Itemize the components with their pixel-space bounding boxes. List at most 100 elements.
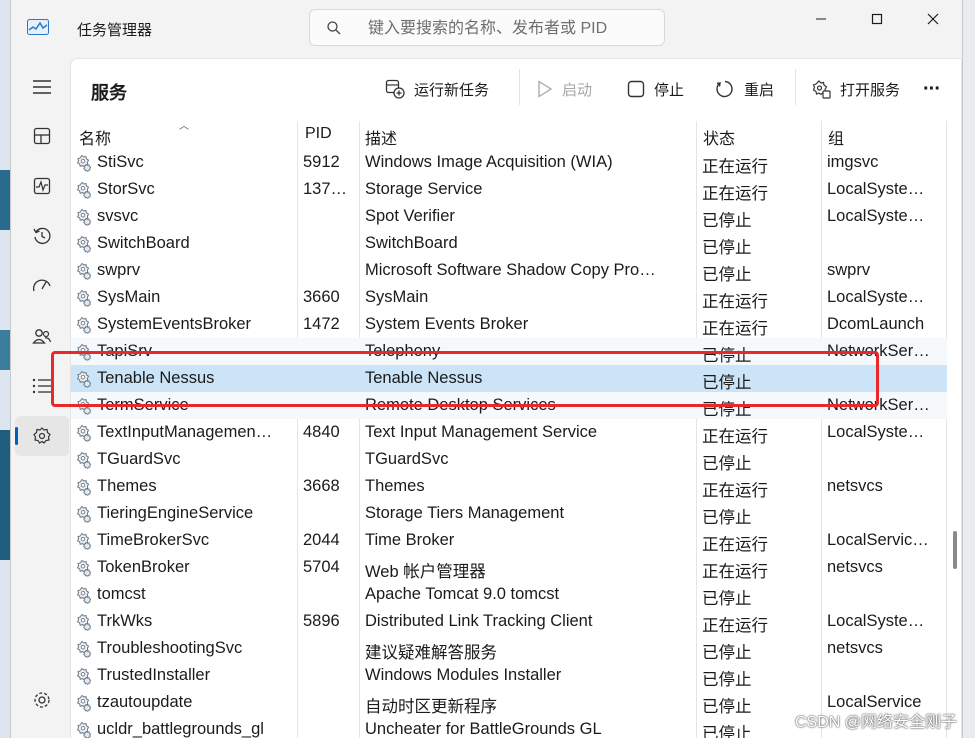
service-description-cell: SwitchBoard xyxy=(365,234,458,252)
service-status-cell: 正在运行 xyxy=(702,158,768,176)
service-gear-icon xyxy=(75,694,93,712)
vertical-scrollbar[interactable] xyxy=(953,531,957,569)
service-group-cell: netsvcs xyxy=(827,639,883,657)
table-row[interactable]: StorSvc 137… Storage Service 正在运行 LocalSyste… xyxy=(71,176,947,203)
table-row[interactable]: Tenable Nessus Tenable Nessus 已停止 xyxy=(71,365,947,392)
service-name-cell: SysMain xyxy=(97,288,161,306)
service-gear-icon xyxy=(75,343,93,361)
restart-icon xyxy=(716,80,733,98)
column-header-pid[interactable]: PID xyxy=(305,125,332,151)
service-description-cell: Windows Image Acquisition (WIA) xyxy=(365,153,613,171)
service-gear-icon xyxy=(75,235,93,253)
service-pid-cell: 5896 xyxy=(303,612,340,630)
table-row[interactable]: tomcst Apache Tomcat 9.0 tomcst 已停止 xyxy=(71,581,947,608)
service-status-cell: 已停止 xyxy=(702,509,752,527)
window-title: 任务管理器 xyxy=(77,22,153,39)
play-icon xyxy=(538,80,553,98)
table-row[interactable]: TimeBrokerSvc 2044 Time Broker 正在运行 LocalSer… xyxy=(71,527,947,554)
minimize-button[interactable] xyxy=(793,0,849,38)
more-options-button[interactable]: ··· xyxy=(923,77,941,101)
search-input[interactable] xyxy=(366,17,660,41)
table-row[interactable]: TrustedInstaller Windows Modules Installe… xyxy=(71,662,947,689)
nav-performance[interactable] xyxy=(15,166,69,206)
table-row[interactable]: TGuardSvc TGuardSvc 已停止 xyxy=(71,446,947,473)
service-description-cell: Distributed Link Tracking Client xyxy=(365,612,593,630)
table-row[interactable]: svsvc Spot Verifier 已停止 LocalSyste… xyxy=(71,203,947,230)
nav-menu-button[interactable] xyxy=(15,67,69,107)
column-header-group[interactable]: 组 xyxy=(828,125,844,151)
search-box[interactable] xyxy=(309,9,665,46)
service-gear-icon xyxy=(75,424,93,442)
nav-settings[interactable] xyxy=(15,680,69,720)
service-pid-cell: 137… xyxy=(303,180,348,198)
service-name-cell: TapiSrv xyxy=(97,342,153,360)
nav-processes[interactable] xyxy=(15,116,69,156)
service-group-cell: LocalSyste… xyxy=(827,423,925,441)
service-description-cell: Storage Tiers Management xyxy=(365,504,565,522)
service-gear-icon xyxy=(75,289,93,307)
service-description-cell: Microsoft Software Shadow Copy Pro… xyxy=(365,261,656,279)
service-pid-cell: 1472 xyxy=(303,315,340,333)
service-group-cell: LocalSyste… xyxy=(827,288,925,306)
run-new-task-button[interactable]: 运行新任务 xyxy=(385,77,489,101)
users-icon xyxy=(32,329,52,344)
service-gear-icon xyxy=(75,154,93,172)
nav-startup-apps[interactable] xyxy=(15,266,69,306)
open-services-button[interactable]: 打开服务 xyxy=(811,77,900,101)
service-description-cell: Telephony xyxy=(365,342,441,360)
maximize-button[interactable] xyxy=(849,0,905,38)
service-group-cell: netsvcs xyxy=(827,477,883,495)
table-row[interactable]: SystemEventsBroker 1472 System Events Brok… xyxy=(71,311,947,338)
service-pid-cell: 5704 xyxy=(303,558,340,576)
table-row[interactable]: StiSvc 5912 Windows Image Acquisition (WIA… xyxy=(71,149,947,176)
service-name-cell: Tenable Nessus xyxy=(97,369,215,387)
table-row[interactable]: SwitchBoard SwitchBoard 已停止 xyxy=(71,230,947,257)
table-row[interactable]: Themes 3668 Themes 正在运行 netsvcs xyxy=(71,473,947,500)
service-status-cell: 正在运行 xyxy=(702,320,768,338)
stop-button[interactable]: 停止 xyxy=(627,77,684,101)
restart-button[interactable]: 重启 xyxy=(715,77,774,101)
service-description-cell: Spot Verifier xyxy=(365,207,455,225)
table-row[interactable]: TapiSrv Telephony 已停止 NetworkSer… xyxy=(71,338,947,365)
service-gear-icon xyxy=(75,559,93,577)
table-row[interactable]: TroubleshootingSvc 建议疑难解答服务 已停止 netsvcs xyxy=(71,635,947,662)
column-header-status[interactable]: 状态 xyxy=(703,125,735,151)
column-header-description[interactable]: 描述 xyxy=(365,125,397,151)
service-name-cell: StiSvc xyxy=(97,153,144,171)
column-header-name[interactable]: 名称 xyxy=(79,125,111,151)
service-name-cell: svsvc xyxy=(97,207,139,225)
service-status-cell: 已停止 xyxy=(702,590,752,608)
service-status-cell: 正在运行 xyxy=(702,293,768,311)
table-row[interactable]: TieringEngineService Storage Tiers Manage… xyxy=(71,500,947,527)
minimize-icon xyxy=(816,18,826,20)
table-row[interactable]: swprv Microsoft Software Shadow Copy Pro…… xyxy=(71,257,947,284)
table-row[interactable]: TextInputManagemen… 4840 Text Input Manage… xyxy=(71,419,947,446)
table-row[interactable]: TermService Remote Desktop Services 已停止 Net… xyxy=(71,392,947,419)
service-group-cell: LocalSyste… xyxy=(827,180,925,198)
service-gear-icon xyxy=(75,532,93,550)
table-row[interactable]: TrkWks 5896 Distributed Link Tracking Clie… xyxy=(71,608,947,635)
service-description-cell: Tenable Nessus xyxy=(365,369,483,387)
close-button[interactable] xyxy=(905,0,961,38)
performance-icon xyxy=(33,177,51,195)
table-row[interactable]: SysMain 3660 SysMain 正在运行 LocalSyste… xyxy=(71,284,947,311)
service-status-cell: 已停止 xyxy=(702,455,752,473)
nav-services[interactable] xyxy=(15,416,69,456)
start-button[interactable]: 启动 xyxy=(537,77,592,101)
service-name-cell: TermService xyxy=(97,396,189,414)
nav-details[interactable] xyxy=(15,366,69,406)
service-status-cell: 正在运行 xyxy=(702,482,768,500)
nav-app-history[interactable] xyxy=(15,216,69,256)
service-group-cell: swprv xyxy=(827,261,871,279)
service-description-cell: Web 帐户管理器 xyxy=(365,563,486,581)
page-title: 服务 xyxy=(91,83,127,103)
service-status-cell: 已停止 xyxy=(702,347,752,365)
close-icon xyxy=(927,13,939,25)
service-name-cell: TrustedInstaller xyxy=(97,666,211,684)
nav-users[interactable] xyxy=(15,316,69,356)
service-name-cell: TrkWks xyxy=(97,612,153,630)
table-row[interactable]: TokenBroker 5704 Web 帐户管理器 正在运行 netsvcs xyxy=(71,554,947,581)
run-new-task-icon xyxy=(385,79,405,99)
service-name-cell: TimeBrokerSvc xyxy=(97,531,210,549)
service-name-cell: ucldr_battlegrounds_gl xyxy=(97,720,264,738)
